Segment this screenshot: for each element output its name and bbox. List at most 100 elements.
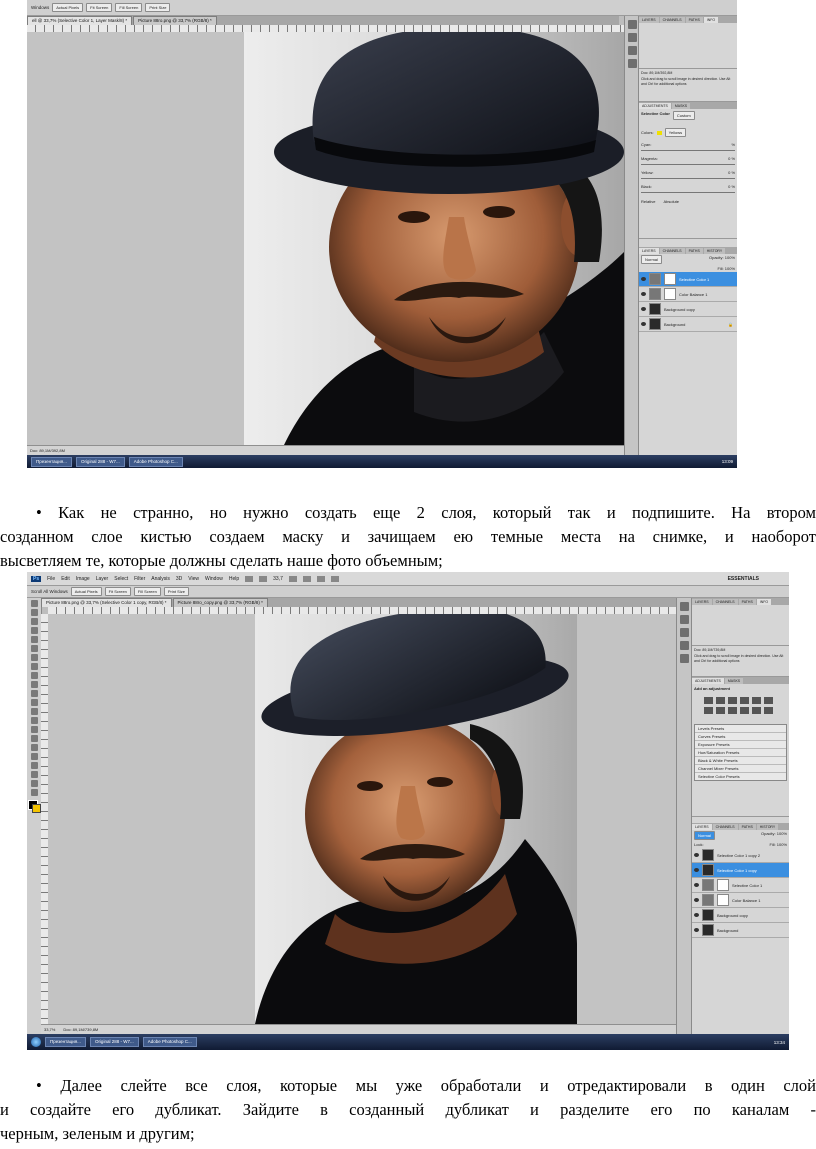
eye-icon[interactable] — [694, 928, 699, 932]
layer-row[interactable]: Selective Color 1 copy — [692, 863, 789, 878]
print-size-button[interactable]: Print Size — [163, 587, 189, 596]
curves-icon[interactable] — [728, 697, 737, 704]
print-size-button[interactable]: Print Size — [145, 3, 171, 12]
history-icon[interactable] — [680, 602, 689, 611]
type-tool-icon[interactable] — [30, 735, 38, 742]
channels-tab[interactable]: CHANNELS — [659, 248, 685, 254]
adjustments-tab[interactable]: ADJUSTMENTS — [692, 678, 724, 684]
menu-edit[interactable]: Edit — [61, 576, 70, 582]
brush-icon[interactable] — [680, 628, 689, 637]
lasso-tool-icon[interactable] — [30, 618, 38, 625]
preset-item[interactable]: Exposure Presets — [695, 741, 786, 749]
channels-tab[interactable]: CHANNELS — [712, 824, 738, 830]
exposure-icon[interactable] — [740, 697, 749, 704]
history-brush-tool-icon[interactable] — [30, 681, 38, 688]
menu-window[interactable]: Window — [205, 576, 223, 582]
3d-rotate-tool-icon[interactable] — [30, 762, 38, 769]
opacity-field[interactable]: Opacity: 100% — [709, 255, 735, 264]
black-slider[interactable]: Black: 0 % — [641, 184, 735, 189]
quick-selection-tool-icon[interactable] — [30, 627, 38, 634]
eye-icon[interactable] — [694, 883, 699, 887]
bridge-icon[interactable] — [245, 575, 254, 582]
preset-item[interactable]: Curves Presets — [695, 733, 786, 741]
mini-bridge-icon[interactable] — [259, 575, 268, 582]
absolute-radio[interactable]: Absolute — [663, 199, 679, 204]
eye-icon[interactable] — [641, 307, 646, 311]
taskbar-item[interactable]: Презентация... — [31, 456, 72, 467]
paths-tab[interactable]: PATHS — [738, 824, 756, 830]
menu-filter[interactable]: Filter — [134, 576, 145, 582]
photo-filter-icon[interactable] — [728, 707, 737, 714]
brightness-icon[interactable] — [704, 697, 713, 704]
taskbar-item[interactable]: Adobe Photoshop C... — [128, 456, 183, 467]
healing-brush-tool-icon[interactable] — [30, 654, 38, 661]
eyedropper-tool-icon[interactable] — [30, 645, 38, 652]
opacity-field[interactable]: Opacity: 100% — [761, 831, 787, 840]
layer-row[interactable]: Background copy — [692, 908, 789, 923]
black-white-icon[interactable] — [716, 707, 725, 714]
clone-stamp-tool-icon[interactable] — [30, 672, 38, 679]
colors-select[interactable]: Yellows — [664, 128, 687, 137]
blur-tool-icon[interactable] — [30, 708, 38, 715]
taskbar-item[interactable]: Original 288 - W7... — [89, 1037, 139, 1047]
masks-tab[interactable]: MASKS — [724, 678, 744, 684]
panel-tab[interactable]: CHANNELS — [659, 17, 685, 23]
levels-icon[interactable] — [716, 697, 725, 704]
posterize-icon[interactable] — [764, 707, 773, 714]
menu-layer[interactable]: Layer — [96, 576, 109, 582]
eye-icon[interactable] — [641, 277, 646, 281]
workspace-switcher[interactable]: ESSENTIALS — [728, 576, 759, 582]
layers-tab[interactable]: LAYERS — [692, 824, 712, 830]
hand-icon[interactable] — [288, 575, 297, 582]
invert-icon[interactable] — [752, 707, 761, 714]
cyan-slider[interactable]: Cyan:% — [641, 142, 735, 147]
actions-icon[interactable] — [627, 33, 637, 42]
preset-select[interactable]: Custom — [672, 111, 695, 120]
eraser-tool-icon[interactable] — [30, 690, 38, 697]
document-tab[interactable]: Picture 88ro.png @ 33,7% (RGB/8) * — [133, 16, 217, 25]
brush-tool-icon[interactable] — [30, 663, 38, 670]
channel-mixer-icon[interactable] — [740, 707, 749, 714]
history-tab[interactable]: HISTORY — [756, 824, 779, 830]
actual-pixels-button[interactable]: Actual Pixels — [70, 587, 102, 596]
shape-tool-icon[interactable] — [30, 753, 38, 760]
taskbar-item[interactable]: Original 288 - W7... — [75, 456, 125, 467]
eye-icon[interactable] — [694, 853, 699, 857]
zoom-tool-icon[interactable] — [30, 789, 38, 796]
menu-image[interactable]: Image — [76, 576, 90, 582]
layer-row[interactable]: Color Balance 1 — [692, 893, 789, 908]
layer-row[interactable]: Background — [692, 923, 789, 938]
document-tab-active[interactable]: Picture 88ro.png @ 33,7% (Selective Colo… — [41, 598, 172, 607]
eye-icon[interactable] — [694, 868, 699, 872]
menu-analysis[interactable]: Analysis — [151, 576, 170, 582]
layers-tab[interactable]: LAYERS — [639, 248, 659, 254]
actual-pixels-button[interactable]: Actual Pixels — [52, 3, 84, 12]
layer-row[interactable]: Color Balance 1 — [639, 287, 737, 302]
menu-file[interactable]: File — [47, 576, 55, 582]
rotate-view-icon[interactable] — [302, 575, 311, 582]
hand-tool-icon[interactable] — [30, 780, 38, 787]
layer-row[interactable]: Background copy — [639, 302, 737, 317]
zoom-level[interactable]: 33,7 — [273, 576, 283, 582]
fill-field[interactable]: Fill: 100% — [769, 842, 787, 847]
layer-row[interactable]: Selective Color 1 — [692, 878, 789, 893]
document-tab[interactable]: Picture 88ro_copy.png @ 33,7% (RGB/8) * — [172, 598, 268, 607]
zoom-readout[interactable]: 33,7% — [44, 1027, 55, 1032]
relative-radio[interactable]: Relative — [641, 199, 655, 204]
fill-screen-button[interactable]: Fill Screen — [115, 3, 143, 12]
menu-3d[interactable]: 3D — [176, 576, 182, 582]
panel-tab[interactable]: LAYERS — [692, 599, 712, 605]
panel-tab[interactable]: LAYERS — [639, 17, 659, 23]
eye-icon[interactable] — [694, 913, 699, 917]
panel-tab[interactable]: CHANNELS — [712, 599, 738, 605]
menu-select[interactable]: Select — [114, 576, 128, 582]
crop-tool-icon[interactable] — [30, 636, 38, 643]
fill-field[interactable]: Fill: 100% — [639, 265, 737, 272]
panel-tab[interactable]: PATHS — [738, 599, 756, 605]
blend-mode-select[interactable]: Normal — [694, 831, 715, 840]
preset-item[interactable]: Black & White Presets — [695, 757, 786, 765]
character-icon[interactable] — [680, 654, 689, 663]
history-tab[interactable]: HISTORY — [703, 248, 726, 254]
taskbar-item[interactable]: Adobe Photoshop C... — [142, 1037, 197, 1047]
clone-source-icon[interactable] — [627, 59, 637, 68]
